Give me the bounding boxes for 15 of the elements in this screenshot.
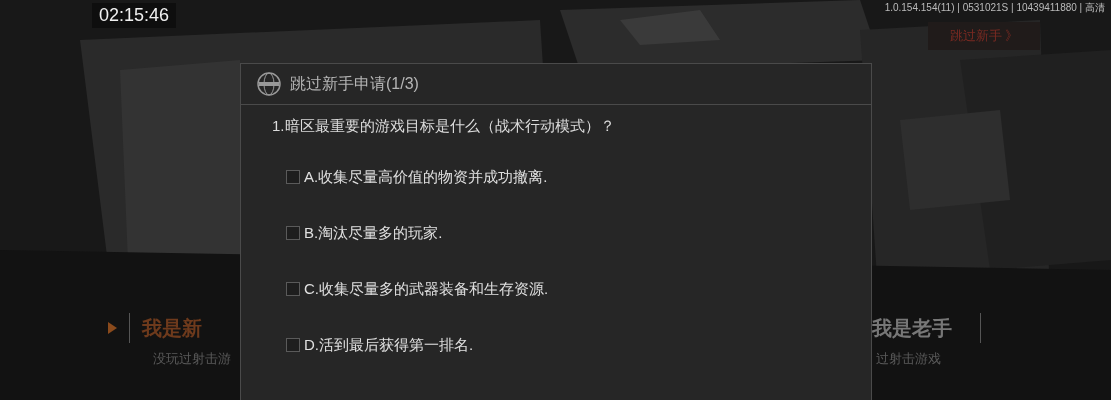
option-label[interactable]: D.活到最后获得第一排名. <box>304 335 474 355</box>
option-label[interactable]: B.淘汰尽量多的玩家. <box>304 223 443 243</box>
option-label[interactable]: C.收集尽量多的武器装备和生存资源. <box>304 279 549 299</box>
mode-subtitle: 过射击游戏 <box>875 350 942 368</box>
checkbox[interactable] <box>286 226 300 240</box>
option-label[interactable]: A.收集尽量高价值的物资并成功撤离. <box>304 167 548 187</box>
checkbox[interactable] <box>286 170 300 184</box>
question-text: 1.暗区最重要的游戏目标是什么（战术行动模式）？ <box>271 116 616 136</box>
mode-subtitle: 没玩过射击游 <box>152 350 231 368</box>
dialog-title: 跳过新手申请(1/3) <box>290 73 419 94</box>
checkbox[interactable] <box>286 338 300 352</box>
checkbox[interactable] <box>286 282 300 296</box>
globe-icon <box>257 72 281 96</box>
version-info: 1.0.154.154(11) | 0531021S | 10439411880 | 高清 <box>884 1 1105 15</box>
timer-label: 02:15:46 <box>92 3 177 28</box>
